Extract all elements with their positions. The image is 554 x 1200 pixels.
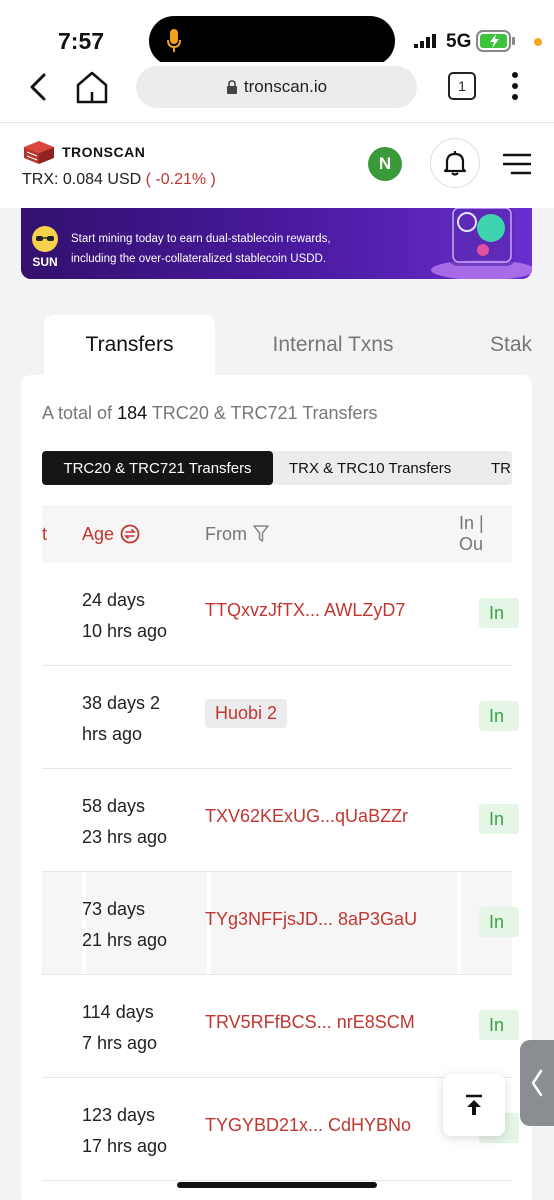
from-address-link[interactable]: TRV5RFfBCS... nrE8SCM (205, 1012, 415, 1033)
sun-logo-icon (32, 226, 58, 252)
filter-trc20-trc721[interactable]: TRC20 & TRC721 Transfers (42, 451, 273, 485)
age-line-1: 58 days (82, 796, 146, 816)
scroll-to-top-button[interactable] (443, 1074, 505, 1136)
age-line-1: 114 days (82, 1002, 154, 1022)
table-header: t Age From In | Ou (42, 505, 512, 563)
table-row[interactable]: 38 days 2 hrs ago Huobi 2 In (42, 666, 519, 769)
age-cell: 73 days 21 hrs ago (82, 894, 167, 956)
direction-badge: In (479, 1010, 519, 1040)
table-row[interactable]: 114 days 7 hrs ago TRV5RFfBCS... nrE8SCM… (42, 975, 519, 1078)
column-age-label: Age (82, 523, 115, 544)
battery-charging-icon (476, 30, 515, 52)
tronscan-logo-icon (24, 141, 54, 164)
menu-icon[interactable] (503, 152, 531, 176)
from-address-link[interactable]: TTQxvzJfTX... AWLZyD7 (205, 600, 405, 621)
age-line-2: 7 hrs ago (82, 1033, 158, 1053)
tronscan-logo[interactable]: TRONSCAN (22, 139, 145, 165)
age-cell: 24 days 10 hrs ago (82, 585, 167, 647)
column-from[interactable]: From (205, 505, 269, 563)
trx-price: TRX: 0.084 USD ( -0.21% ) (22, 171, 216, 189)
price-change: ( -0.21% ) (145, 171, 216, 188)
chevron-left-icon (531, 1069, 543, 1097)
privacy-indicator-dot (534, 38, 542, 46)
table-row[interactable]: 58 days 23 hrs ago TXV62KExUG...qUaBZZr … (42, 769, 519, 872)
lock-icon (226, 80, 237, 94)
direction-badge: In (479, 598, 519, 628)
tab-stake[interactable]: Stak (490, 315, 554, 375)
column-divider (457, 872, 461, 974)
filter-trx-trc10[interactable]: TRX & TRC10 Transfers (289, 451, 451, 485)
site-header: TRONSCAN TRX: 0.084 USD ( -0.21% ) N (0, 122, 554, 208)
total-suffix: TRC20 & TRC721 Transfers (151, 403, 378, 423)
total-count: 184 (117, 403, 148, 423)
age-cell: 123 days 17 hrs ago (82, 1100, 167, 1162)
age-cell: 38 days 2 hrs ago (82, 688, 160, 750)
promo-banner[interactable]: SUN Start mining today to earn dual-stab… (21, 208, 532, 279)
avatar[interactable]: N (368, 147, 402, 181)
dynamic-island (149, 16, 395, 66)
network-label: 5G (446, 31, 472, 52)
home-indicator (177, 1182, 377, 1188)
age-line-1: 24 days (82, 590, 146, 610)
tab-switcher-button[interactable]: 1 (448, 72, 476, 100)
table-row[interactable]: 73 days 21 hrs ago TYg3NFFjsJD... 8aP3Ga… (42, 872, 519, 975)
filter-truncated[interactable]: TR (491, 451, 511, 485)
table-row[interactable]: 24 days 10 hrs ago TTQxvzJfTX... AWLZyD7… (42, 563, 519, 666)
direction-badge: In (479, 701, 519, 731)
age-cell: 114 days 7 hrs ago (82, 997, 157, 1059)
age-cell: 58 days 23 hrs ago (82, 791, 167, 853)
transfers-table: t Age From In | Ou 24 days 10 hrs ago TT… (42, 505, 519, 1181)
side-panel-handle[interactable] (520, 1040, 554, 1126)
bell-icon (443, 151, 467, 176)
tab-internal-txns[interactable]: Internal Txns (245, 315, 421, 375)
banner-brand: SUN (32, 255, 58, 269)
tab-transfers[interactable]: Transfers (44, 315, 215, 375)
column-age[interactable]: Age (82, 505, 140, 563)
price-value: 0.084 USD (62, 171, 142, 188)
microphone-icon (167, 29, 181, 52)
from-address-link[interactable]: TYGYBD21x... CdHYBNo (205, 1115, 411, 1136)
from-address-link[interactable]: TYg3NFFjsJD... 8aP3GaU (205, 909, 417, 930)
banner-text: Start mining today to earn dual-stableco… (71, 229, 331, 269)
direction-badge: In (479, 907, 519, 937)
price-prefix: TRX: (22, 171, 59, 188)
banner-line-2: including the over-collateralized stable… (71, 253, 327, 265)
age-line-2: 10 hrs ago (82, 621, 168, 641)
filter-icon[interactable] (253, 525, 269, 543)
age-line-1: 38 days 2 (82, 693, 161, 713)
address-bar[interactable]: tronscan.io (136, 66, 417, 108)
more-icon[interactable] (508, 70, 522, 102)
transfer-type-filter: TRC20 & TRC721 Transfers TRX & TRC10 Tra… (42, 451, 512, 485)
age-line-1: 123 days (82, 1105, 156, 1125)
toggle-format-icon[interactable] (120, 524, 140, 544)
status-bar: 7:57 5G (0, 0, 554, 66)
browser-toolbar: tronscan.io 1 (0, 62, 554, 122)
age-line-2: 23 hrs ago (82, 827, 168, 847)
age-line-2: 21 hrs ago (82, 930, 168, 950)
status-time: 7:57 (58, 28, 105, 54)
from-address-link[interactable]: TXV62KExUG...qUaBZZr (205, 806, 408, 827)
url-text: tronscan.io (243, 77, 328, 96)
column-from-label: From (205, 523, 247, 544)
banner-illustration (431, 208, 532, 279)
from-address-tag[interactable]: Huobi 2 (205, 699, 288, 728)
total-summary: A total of 184 TRC20 & TRC721 Transfers (42, 403, 378, 424)
tab-strip: Transfers Internal Txns Stak (0, 315, 554, 375)
back-icon[interactable] (26, 72, 52, 102)
age-line-2: 17 hrs ago (82, 1136, 168, 1156)
table-row[interactable]: 123 days 17 hrs ago TYGYBD21x... CdHYBNo… (42, 1078, 519, 1181)
age-line-2: hrs ago (82, 724, 143, 744)
home-icon[interactable] (74, 70, 110, 104)
column-in-out: In | Ou (459, 513, 484, 554)
notifications-button[interactable] (430, 138, 480, 188)
column-truncated: t (42, 523, 48, 544)
direction-badge: In (479, 804, 519, 834)
signal-icon (414, 34, 436, 48)
logo-text: TRONSCAN (62, 144, 146, 160)
banner-line-1: Start mining today to earn dual-stableco… (71, 233, 331, 245)
age-line-1: 73 days (82, 899, 146, 919)
scroll-to-top-icon (466, 1094, 482, 1115)
total-prefix: A total of (42, 403, 113, 423)
